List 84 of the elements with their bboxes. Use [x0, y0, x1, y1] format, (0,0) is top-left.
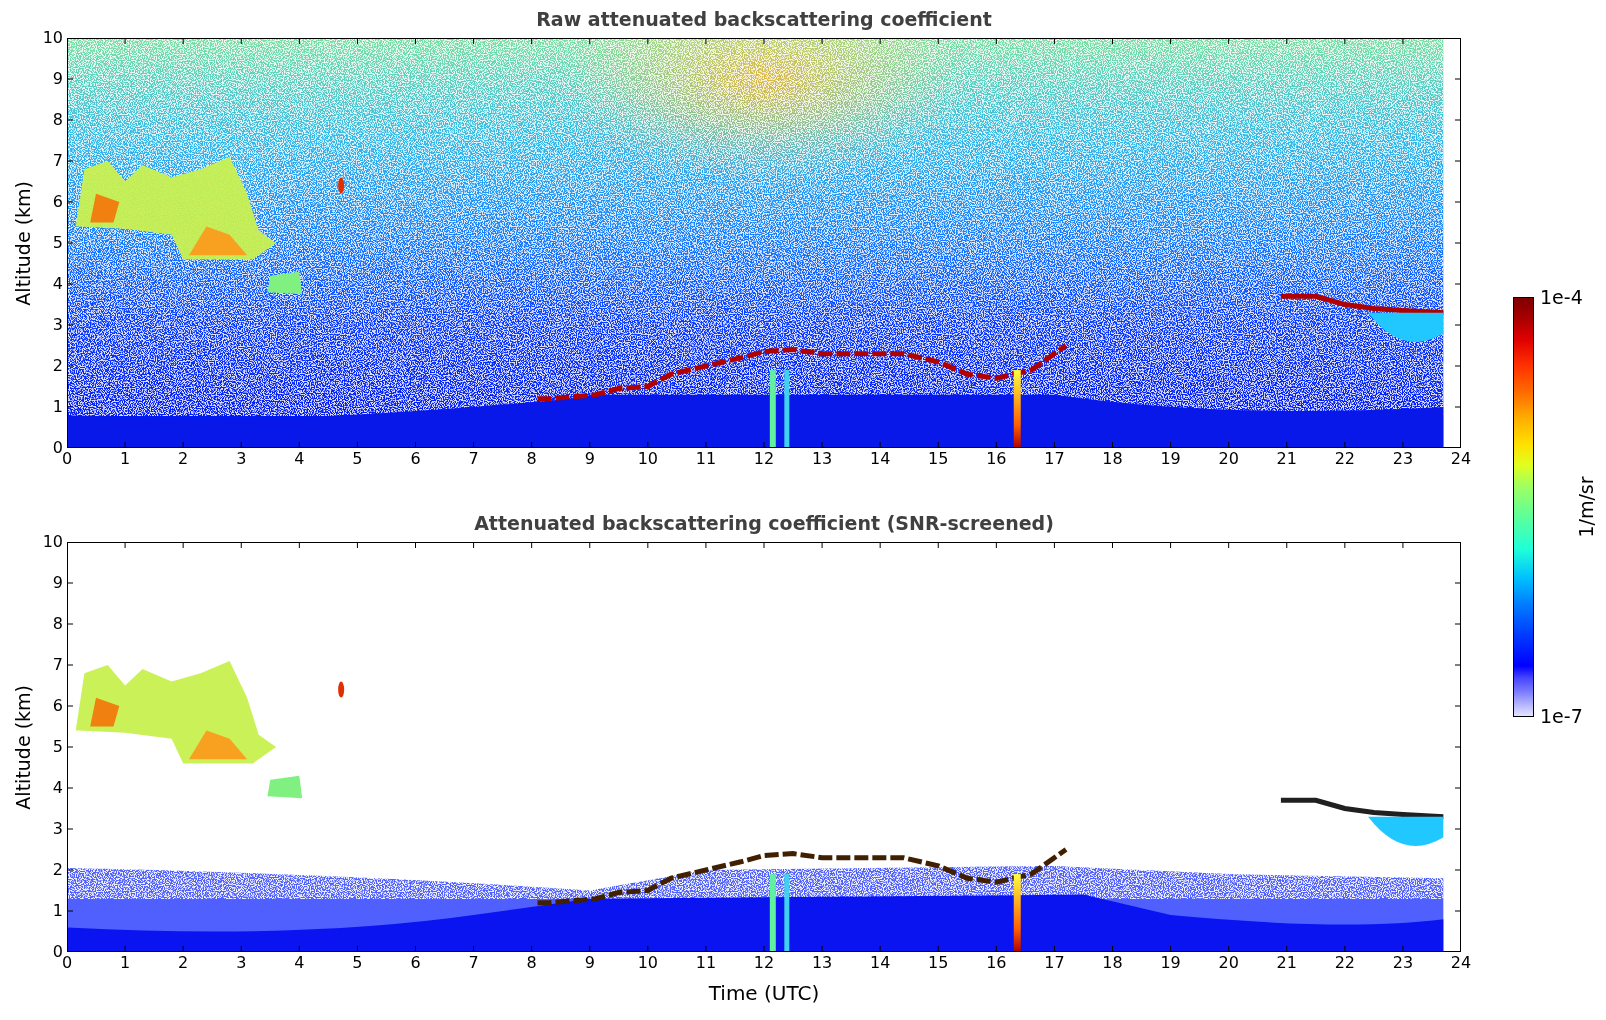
x-tick-label: 7: [468, 955, 479, 971]
y-tick-label: 1: [52, 399, 63, 415]
x-tick-label: 21: [1276, 451, 1297, 467]
x-tick-label: 16: [986, 955, 1007, 971]
x-tick-label: 0: [61, 451, 73, 467]
x-tick-label: 3: [236, 955, 247, 971]
x-tick-label: 17: [1044, 955, 1065, 971]
y-tick-label: 8: [52, 616, 63, 632]
x-tick-label: 12: [753, 955, 775, 971]
y-tick-label: 3: [52, 821, 63, 837]
x-tick-label: 3: [236, 451, 247, 467]
y-tick-label: 6: [52, 698, 63, 714]
x-tick-label: 2: [178, 451, 189, 467]
colorbar-min-label: 1e-7: [1540, 707, 1583, 726]
x-tick-label: 20: [1218, 955, 1239, 971]
x-tick-label: 15: [928, 451, 949, 467]
x-tick-label: 10: [637, 451, 658, 467]
y-tick-label: 3: [52, 317, 63, 333]
y-tick-label: 5: [52, 235, 63, 251]
y-tick-label: 0: [52, 440, 63, 456]
x-tick-label: 5: [352, 955, 363, 971]
x-tick-label: 7: [468, 451, 479, 467]
y-tick-label: 0: [52, 944, 63, 960]
cloud-speck: [338, 681, 345, 698]
x-tick-label: 5: [352, 451, 363, 467]
cloud-patch: [267, 775, 303, 799]
y-tick-label: 9: [52, 575, 63, 591]
x-tick-label: 18: [1102, 955, 1123, 971]
x-tick-label: 14: [870, 451, 891, 467]
cloud-patch: [267, 271, 303, 295]
colorbar-max-label: 1e-4: [1540, 288, 1583, 307]
x-tick-label: 0: [61, 955, 73, 971]
x-tick-label: 22: [1334, 451, 1355, 467]
x-tick-label: 12: [753, 451, 775, 467]
y-tick-label: 7: [52, 153, 63, 169]
x-tick-label: 20: [1218, 451, 1239, 467]
colorbar-unit-label: 1/m/sr: [1574, 476, 1598, 538]
x-tick-label: 21: [1276, 955, 1297, 971]
y-axis-label: Altitude (km): [10, 684, 35, 810]
x-tick-label: 16: [986, 451, 1007, 467]
y-tick-label: 5: [52, 739, 63, 755]
x-tick-label: 9: [584, 451, 595, 467]
x-tick-label: 15: [928, 955, 949, 971]
y-tick-label: 2: [52, 862, 63, 878]
y-tick-label: 9: [52, 71, 63, 87]
x-tick-label: 19: [1160, 955, 1181, 971]
x-tick-label: 4: [294, 451, 305, 467]
plot-title: Attenuated backscattering coefficient (SNR-screened): [474, 510, 1054, 536]
x-tick-label: 8: [526, 451, 537, 467]
y-axis-label: Altitude (km): [10, 180, 35, 306]
x-tick-label: 19: [1160, 451, 1181, 467]
x-tick-label: 6: [410, 955, 421, 971]
x-tick-label: 14: [870, 955, 891, 971]
x-tick-label: 24: [1450, 955, 1472, 971]
x-tick-label: 13: [811, 451, 833, 467]
plot-title: Raw attenuated backscattering coefficient: [536, 6, 992, 32]
x-tick-label: 2: [178, 955, 189, 971]
y-tick-label: 10: [42, 534, 63, 550]
x-tick-label: 23: [1392, 955, 1414, 971]
y-tick-label: 7: [52, 657, 63, 673]
y-tick-label: 8: [52, 112, 63, 128]
x-tick-label: 1: [120, 955, 131, 971]
x-tick-label: 4: [294, 955, 305, 971]
x-axis-label: Time (UTC): [708, 980, 820, 1007]
x-tick-label: 9: [584, 955, 595, 971]
cloud-speck: [338, 177, 345, 194]
y-tick-label: 4: [52, 780, 63, 796]
x-tick-label: 1: [120, 451, 131, 467]
x-tick-label: 11: [695, 955, 717, 971]
x-tick-label: 8: [526, 955, 537, 971]
y-tick-label: 2: [52, 358, 63, 374]
x-tick-label: 23: [1392, 451, 1414, 467]
x-tick-label: 18: [1102, 451, 1123, 467]
y-tick-label: 10: [42, 30, 63, 46]
y-tick-label: 1: [52, 903, 63, 919]
y-tick-label: 4: [52, 276, 63, 292]
x-tick-label: 24: [1450, 451, 1472, 467]
x-tick-label: 6: [410, 451, 421, 467]
y-tick-label: 6: [52, 194, 63, 210]
x-tick-label: 17: [1044, 451, 1065, 467]
x-tick-label: 22: [1334, 955, 1355, 971]
x-tick-label: 10: [637, 955, 658, 971]
x-tick-label: 11: [695, 451, 717, 467]
x-tick-label: 13: [811, 955, 833, 971]
